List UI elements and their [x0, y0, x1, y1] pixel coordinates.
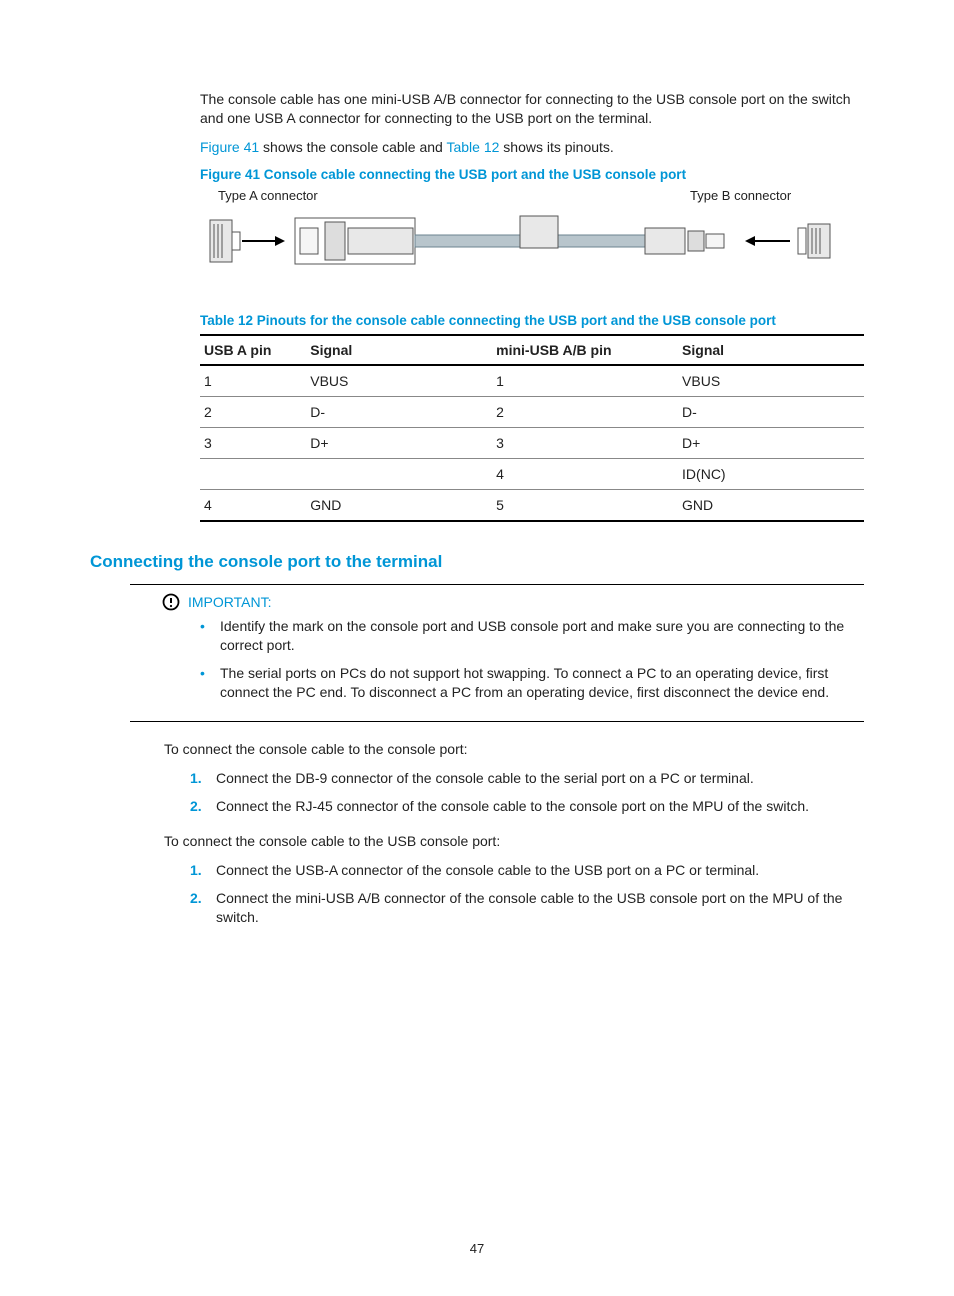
- important-label: IMPORTANT:: [188, 594, 272, 610]
- intro-paragraph-2: Figure 41 shows the console cable and Ta…: [200, 138, 864, 157]
- important-callout: IMPORTANT: Identify the mark on the cons…: [130, 584, 864, 722]
- step-item: Connect the mini-USB A/B connector of th…: [190, 889, 864, 928]
- table-cell: [306, 458, 492, 489]
- table-row: 4ID(NC): [200, 458, 864, 489]
- table-row: 1VBUS1VBUS: [200, 365, 864, 397]
- col-header: USB A pin: [200, 335, 306, 365]
- table-row: 3D+3D+: [200, 427, 864, 458]
- table-cell: 1: [492, 365, 678, 397]
- table-cell: 2: [492, 396, 678, 427]
- table-cell: GND: [678, 489, 864, 521]
- text-span: shows the console cable and: [259, 139, 446, 155]
- table-cell: VBUS: [306, 365, 492, 397]
- table-header-row: USB A pin Signal mini-USB A/B pin Signal: [200, 335, 864, 365]
- table-cell: 4: [200, 489, 306, 521]
- table-cell: VBUS: [678, 365, 864, 397]
- table-cell: D-: [678, 396, 864, 427]
- table-cell: 3: [200, 427, 306, 458]
- table-row: 4GND5GND: [200, 489, 864, 521]
- step-item: Connect the DB-9 connector of the consol…: [190, 769, 864, 789]
- table-cell: ID(NC): [678, 458, 864, 489]
- callout-bullet: Identify the mark on the console port an…: [200, 617, 864, 656]
- text-span: shows its pinouts.: [499, 139, 613, 155]
- table-row: 2D-2D-: [200, 396, 864, 427]
- table-cell: D-: [306, 396, 492, 427]
- col-header: Signal: [306, 335, 492, 365]
- table-cell: GND: [306, 489, 492, 521]
- col-header: Signal: [678, 335, 864, 365]
- important-icon: [162, 593, 180, 611]
- pinout-table: USB A pin Signal mini-USB A/B pin Signal…: [200, 334, 864, 522]
- step-item: Connect the RJ-45 connector of the conso…: [190, 797, 864, 817]
- figure-link[interactable]: Figure 41: [200, 139, 259, 155]
- table-cell: 5: [492, 489, 678, 521]
- table-cell: 1: [200, 365, 306, 397]
- table-link[interactable]: Table 12: [446, 139, 499, 155]
- section-heading: Connecting the console port to the termi…: [90, 552, 864, 572]
- intro-paragraph-1: The console cable has one mini-USB A/B c…: [200, 90, 864, 128]
- table-cell: 4: [492, 458, 678, 489]
- table-cell: [200, 458, 306, 489]
- page-number: 47: [0, 1241, 954, 1256]
- figure-caption: Figure 41 Console cable connecting the U…: [200, 167, 864, 182]
- table-cell: D+: [678, 427, 864, 458]
- col-header: mini-USB A/B pin: [492, 335, 678, 365]
- table-cell: 3: [492, 427, 678, 458]
- table-cell: 2: [200, 396, 306, 427]
- table-cell: D+: [306, 427, 492, 458]
- step-item: Connect the USB-A connector of the conso…: [190, 861, 864, 881]
- instr-lead-2: To connect the console cable to the USB …: [164, 832, 864, 851]
- cable-diagram-svg: [200, 188, 840, 283]
- callout-bullet: The serial ports on PCs do not support h…: [200, 664, 864, 703]
- instr-lead-1: To connect the console cable to the cons…: [164, 740, 864, 759]
- table-caption: Table 12 Pinouts for the console cable c…: [200, 313, 864, 328]
- figure-41: Type A connector Type B connector: [200, 188, 840, 283]
